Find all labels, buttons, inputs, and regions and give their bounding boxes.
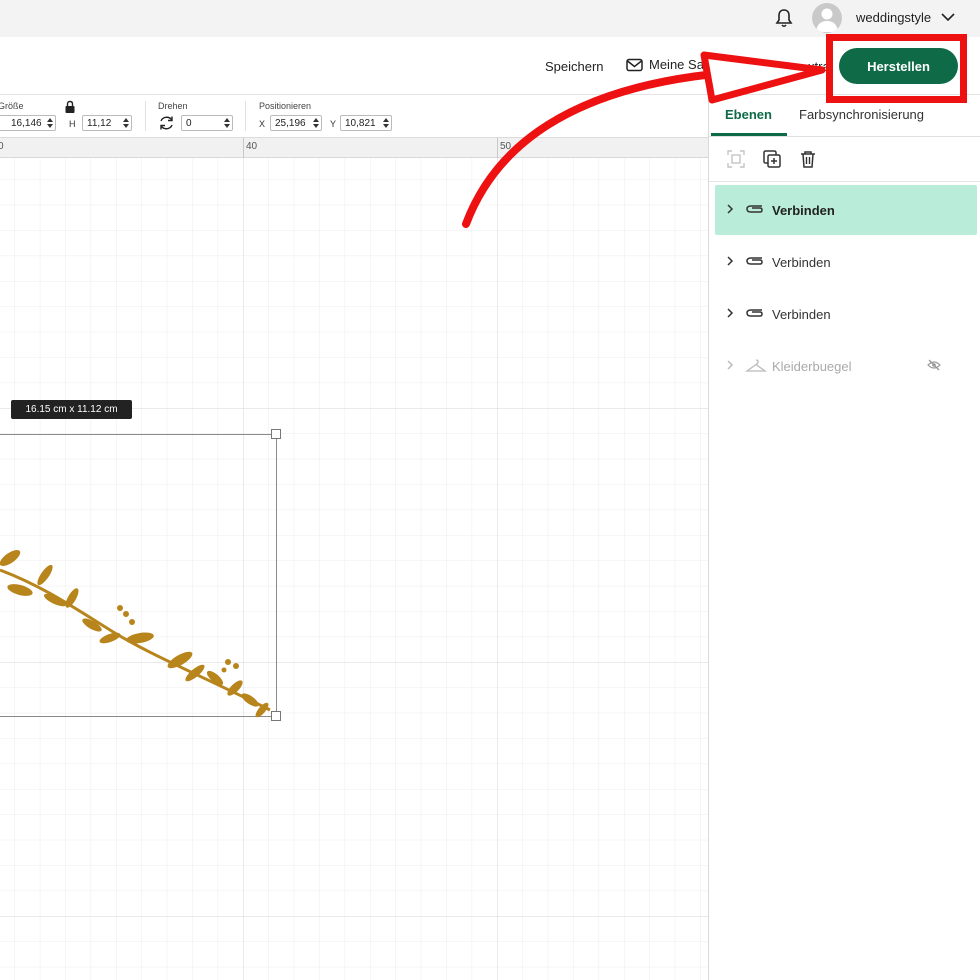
toolbar-divider (709, 181, 980, 182)
rotate-stepper-icon[interactable] (224, 118, 230, 128)
chevron-right-icon[interactable] (725, 255, 735, 267)
tray-icon (626, 58, 643, 71)
bell-icon[interactable] (773, 7, 795, 29)
attach-icon (746, 309, 763, 317)
delete-icon[interactable] (798, 149, 818, 169)
avatar[interactable] (812, 3, 842, 33)
x-stepper-icon[interactable] (313, 118, 319, 128)
resize-handle-top-right[interactable] (271, 429, 281, 439)
ruler-label: 50 (500, 141, 512, 152)
chevron-down-icon[interactable] (940, 11, 956, 23)
attach-icon (746, 257, 763, 265)
width-stepper-icon[interactable] (47, 118, 53, 128)
ruler-tick (243, 138, 244, 158)
duplicate-icon[interactable] (762, 149, 782, 169)
rotate-icon[interactable] (158, 115, 175, 131)
layer-label: Verbinden (772, 307, 831, 322)
vine-artwork[interactable] (0, 530, 290, 730)
ruler-tick (497, 138, 498, 158)
height-prefix: H (69, 119, 76, 129)
highlight-box (826, 34, 967, 103)
my-stuff-button[interactable]: Meine Sachen (626, 57, 732, 72)
top-bar: weddingstyle (0, 0, 980, 37)
toolbar-divider (145, 101, 146, 131)
horizontal-ruler: 0 40 50 (0, 138, 708, 158)
chevron-right-icon[interactable] (725, 307, 735, 319)
ungroup-icon[interactable] (726, 149, 746, 169)
layer-row[interactable]: Kleiderbuegel (715, 341, 977, 391)
x-position-value: 25,196 (275, 118, 306, 129)
tab-color-sync[interactable]: Farbsynchronisierung (799, 107, 924, 122)
width-input[interactable]: 16,146 (0, 115, 56, 131)
save-button[interactable]: Speichern (545, 59, 604, 74)
layer-row[interactable]: Verbinden (715, 237, 977, 287)
tab-layers[interactable]: Ebenen (725, 107, 772, 122)
ruler-label: 40 (246, 141, 258, 152)
width-value: 16,146 (11, 118, 42, 129)
y-position-input[interactable]: 10,821 (340, 115, 392, 131)
chevron-right-icon[interactable] (725, 203, 735, 215)
height-stepper-icon[interactable] (123, 118, 129, 128)
layer-label: Verbinden (772, 203, 835, 218)
attach-icon (746, 205, 763, 213)
rotate-input[interactable]: 0 (181, 115, 233, 131)
layer-label: Kleiderbuegel (772, 359, 852, 374)
y-position-value: 10,821 (345, 118, 376, 129)
edit-toolbar: Größe 16,146 H 11,12 Drehen 0 Positionie… (0, 95, 708, 138)
height-input[interactable]: 11,12 (82, 115, 132, 131)
rotate-label: Drehen (158, 101, 188, 111)
hidden-eye-icon[interactable] (927, 359, 941, 371)
layer-row[interactable]: Verbinden (715, 289, 977, 339)
height-value: 11,12 (87, 118, 112, 129)
layer-row[interactable]: Verbinden (715, 185, 977, 235)
x-prefix: X (259, 119, 266, 129)
dimension-tooltip: 16.15 cm x 11.12 cm (11, 400, 132, 419)
chevron-right-icon[interactable] (725, 359, 735, 371)
y-stepper-icon[interactable] (383, 118, 389, 128)
ruler-label: 0 (0, 141, 4, 152)
my-stuff-label: Meine Sachen (649, 57, 733, 72)
layers-panel: Ebenen Farbsynchronisierung Verbinden Ve… (708, 95, 980, 980)
toolbar-divider (245, 101, 246, 131)
rotate-value: 0 (186, 118, 192, 129)
layer-label: Verbinden (772, 255, 831, 270)
x-position-input[interactable]: 25,196 (270, 115, 322, 131)
extra-button[interactable]: xtra (752, 59, 830, 74)
username[interactable]: weddingstyle (856, 10, 931, 25)
hanger-icon (745, 359, 767, 372)
lock-icon[interactable] (64, 100, 76, 114)
tabs-divider (709, 136, 980, 137)
position-label: Positionieren (259, 101, 312, 111)
user-silhouette-icon (816, 8, 838, 32)
size-label: Größe (0, 101, 24, 111)
y-prefix: Y (330, 119, 337, 129)
